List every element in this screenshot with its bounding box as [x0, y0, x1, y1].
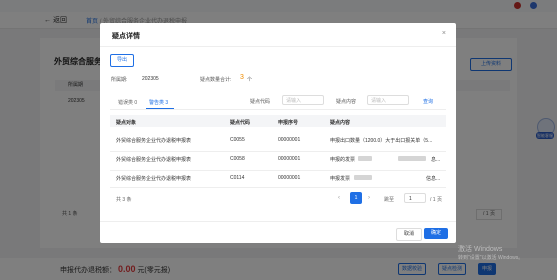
- tabs-divider: [110, 109, 446, 110]
- doubt-count-value: 3: [240, 74, 244, 81]
- column-header-seq: 申报序号: [278, 120, 299, 126]
- doubt-details-dialog: 疑点详情 × 导出 所属期: 202305 疑点数量合计: 3 个 错误类 0 …: [100, 23, 456, 243]
- close-icon[interactable]: ×: [442, 30, 446, 37]
- tab-warnings[interactable]: 警告类 3: [149, 99, 168, 106]
- row2-content-tail: 息...: [431, 157, 441, 163]
- column-header-object: 疑点对象: [116, 120, 137, 126]
- row1-object: 外贸综合服务企业代办退税申报表: [116, 138, 192, 144]
- total-count: 共 3 条: [116, 197, 132, 203]
- row-divider: [110, 151, 446, 152]
- row-divider: [110, 170, 446, 171]
- confirm-button[interactable]: 确定: [424, 228, 448, 239]
- row3-content-tail: 信息...: [426, 176, 441, 182]
- watermark-subtitle: 转到"设置"以激活 Windows。: [458, 255, 524, 261]
- row2-code: C0058: [230, 156, 245, 162]
- windows-activation-watermark: 激活 Windows 转到"设置"以激活 Windows。: [458, 246, 523, 262]
- row1-content: 申报出口数量（1200.0）大于出口报关单（5...: [330, 138, 433, 144]
- row3-object: 外贸综合服务企业代办退税申报表: [116, 176, 192, 182]
- redacted-text: [358, 156, 372, 161]
- row2-object: 外贸综合服务企业代办退税申报表: [116, 157, 192, 163]
- query-button[interactable]: 查询: [423, 98, 433, 105]
- doubt-code-input[interactable]: 请输入: [282, 95, 324, 105]
- column-header-code: 疑点代码: [230, 120, 251, 126]
- export-button[interactable]: 导出: [110, 54, 134, 67]
- doubt-count-label: 疑点数量合计:: [200, 77, 232, 83]
- dialog-header-divider: [100, 46, 456, 47]
- cancel-button[interactable]: 取消: [396, 228, 422, 241]
- doubt-code-label: 疑点代码: [250, 99, 271, 105]
- doubt-content-input[interactable]: 请输入: [367, 95, 409, 105]
- row1-code: C0055: [230, 137, 245, 143]
- period-value: 202305: [142, 76, 159, 82]
- row2-seq: 00000001: [278, 156, 301, 162]
- doubt-count-unit: 个: [247, 77, 253, 83]
- row3-seq: 00000001: [278, 175, 301, 181]
- page-total: / 1 页: [430, 197, 442, 203]
- dialog-footer-divider: [100, 221, 456, 222]
- row3-content: 申报发票: [330, 176, 351, 182]
- dialog-title: 疑点详情: [112, 33, 140, 40]
- tab-errors[interactable]: 错误类 0: [118, 99, 137, 106]
- period-label: 所属期:: [111, 77, 128, 83]
- goto-page-input[interactable]: 1: [404, 193, 426, 203]
- column-header-content: 疑点内容: [330, 120, 351, 126]
- row2-content: 申报的发票: [330, 157, 356, 163]
- goto-page-label: 跳至: [384, 197, 395, 203]
- next-page-icon[interactable]: ›: [368, 195, 370, 201]
- prev-page-icon[interactable]: ‹: [338, 195, 340, 201]
- doubt-content-label: 疑点内容: [336, 99, 357, 105]
- row3-code: C0114: [230, 175, 245, 181]
- row-divider: [110, 187, 446, 188]
- page-number-button[interactable]: 1: [350, 192, 362, 204]
- watermark-title: 激活 Windows: [458, 246, 503, 253]
- redacted-text: [398, 156, 426, 161]
- redacted-text: [354, 175, 372, 180]
- row1-seq: 00000001: [278, 137, 301, 143]
